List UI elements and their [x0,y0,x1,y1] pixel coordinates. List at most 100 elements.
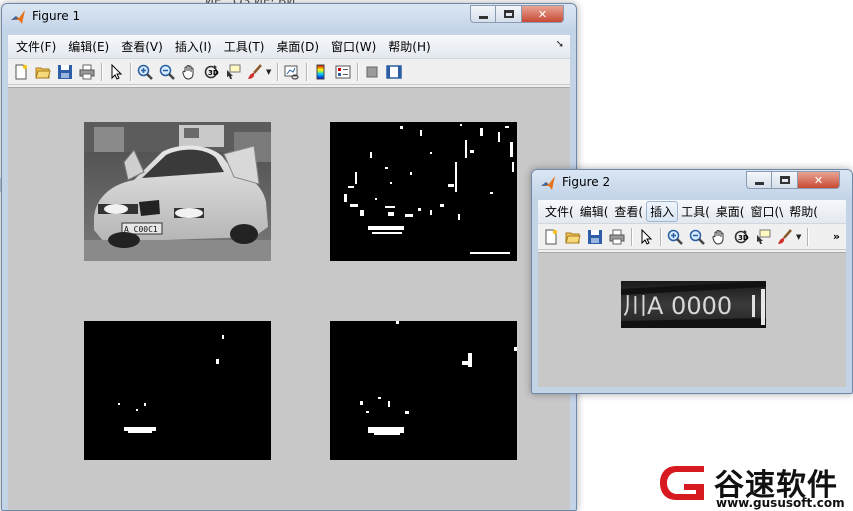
plate-text: 川A 0000 [623,292,732,320]
brush-button[interactable] [774,226,796,248]
menu-window[interactable]: 窗口(W) [325,38,382,55]
zoom-out-button[interactable] [686,226,708,248]
maximize-button[interactable] [496,5,522,23]
toolbar-separator [660,227,661,246]
toolbar-separator [277,62,278,81]
zoom-in-button[interactable] [664,226,686,248]
toolbar-separator [807,227,808,246]
insert-legend-button[interactable] [332,61,354,83]
svg-text:3D: 3D [208,69,219,77]
brush-icon [778,228,792,244]
close-icon: ✕ [813,173,824,187]
menu-desktop[interactable]: 桌面( [713,203,748,220]
minimize-icon [754,181,764,185]
axes-plate-image[interactable]: 川A 0000 [621,281,766,328]
zoom-in-icon [137,64,153,80]
toolbar-overflow-chevron-icon[interactable]: » [833,230,840,243]
printer-icon [609,229,625,244]
show-plot-tools-button[interactable] [383,61,405,83]
menu-view[interactable]: 查看( [611,203,646,220]
figure2-titlebar[interactable]: Figure 2 ✕ [532,170,852,196]
close-button[interactable]: ✕ [522,5,564,23]
close-button[interactable]: ✕ [798,171,840,189]
axes-eroded-image[interactable] [84,321,271,460]
menu-view[interactable]: 查看(V) [115,38,169,55]
toolbar-separator [130,62,131,81]
new-file-icon [545,229,558,244]
figure2-toolbar: 3D ▼ » [538,224,846,250]
menu-file[interactable]: 文件(F) [10,38,62,55]
menu-window[interactable]: 窗口(\ [747,203,786,220]
menu-help[interactable]: 帮助( [786,203,821,220]
edit-plot-button[interactable] [635,226,657,248]
save-button[interactable] [584,226,606,248]
axes-grayscale-car[interactable]: A C00C1 [84,122,271,261]
pan-button[interactable] [708,226,730,248]
show-plot-tools-icon [386,64,402,79]
watermark-url: www.gususoft.com [716,496,845,510]
figure1-canvas: A C00C1 [8,87,570,510]
menu-edit[interactable]: 编辑( [577,203,612,220]
new-figure-button[interactable] [10,61,32,83]
print-button[interactable] [606,226,628,248]
figure2-canvas: 川A 0000 [538,252,846,387]
pan-hand-icon [712,229,724,245]
link-plot-button[interactable] [281,61,303,83]
brush-dropdown-arrow-icon[interactable]: ▼ [266,68,274,76]
brush-button[interactable] [244,61,266,83]
processed-binary-image [330,321,517,460]
figure1-window: Figure 1 ✕ 文件(F) 编辑(E) 查看(V) 插入(I) 工具(T)… [1,3,577,511]
pan-button[interactable] [178,61,200,83]
menu-edit[interactable]: 编辑(E) [62,38,115,55]
data-cursor-button[interactable] [752,226,774,248]
menubar-dock-arrow-icon[interactable]: ➘ [556,39,564,50]
open-file-button[interactable] [32,61,54,83]
matlab-logo-icon [11,10,25,24]
new-figure-button[interactable] [540,226,562,248]
zoom-in-button[interactable] [134,61,156,83]
brush-dropdown-arrow-icon[interactable]: ▼ [796,233,804,241]
rotate-3d-icon: 3D [734,229,749,243]
minimize-button[interactable] [746,171,772,189]
zoom-out-button[interactable] [156,61,178,83]
hide-plot-tools-icon [366,66,378,77]
menu-help[interactable]: 帮助(H) [382,38,436,55]
open-file-button[interactable] [562,226,584,248]
link-plot-icon [284,65,299,80]
print-button[interactable] [76,61,98,83]
menu-insert[interactable]: 插入 [646,201,679,222]
edit-plot-button[interactable] [105,61,127,83]
maximize-icon [779,176,790,184]
save-disk-icon [58,64,72,79]
menu-file[interactable]: 文件( [542,203,577,220]
axes-edge-image[interactable] [330,122,517,261]
pan-hand-icon [182,64,194,80]
menu-tools[interactable]: 工具(T) [218,38,271,55]
menu-desktop[interactable]: 桌面(D) [270,38,325,55]
data-cursor-button[interactable] [222,61,244,83]
pointer-arrow-icon [641,228,653,245]
pointer-arrow-icon [111,63,123,80]
svg-text:3D: 3D [738,234,749,242]
insert-colorbar-button[interactable] [310,61,332,83]
rotate-3d-button[interactable]: 3D [730,226,752,248]
axes-processed-image[interactable] [330,321,517,460]
toolbar-separator [101,62,102,81]
menu-tools[interactable]: 工具( [678,203,713,220]
toolbar-separator [631,227,632,246]
figure2-menubar: 文件( 编辑( 查看( 插入 工具( 桌面( 窗口(\ 帮助( [538,200,846,224]
grayscale-car-image: A C00C1 [84,122,271,261]
open-folder-icon [565,232,581,243]
new-file-icon [15,64,28,79]
toolbar-separator [306,62,307,81]
rotate-3d-button[interactable]: 3D [200,61,222,83]
maximize-icon [503,10,514,18]
maximize-button[interactable] [772,171,798,189]
save-disk-icon [588,229,602,244]
zoom-out-icon [689,229,705,245]
hide-plot-tools-button[interactable] [361,61,383,83]
minimize-button[interactable] [470,5,496,23]
menu-insert[interactable]: 插入(I) [169,38,218,55]
save-button[interactable] [54,61,76,83]
figure1-titlebar[interactable]: Figure 1 ✕ [2,4,576,30]
